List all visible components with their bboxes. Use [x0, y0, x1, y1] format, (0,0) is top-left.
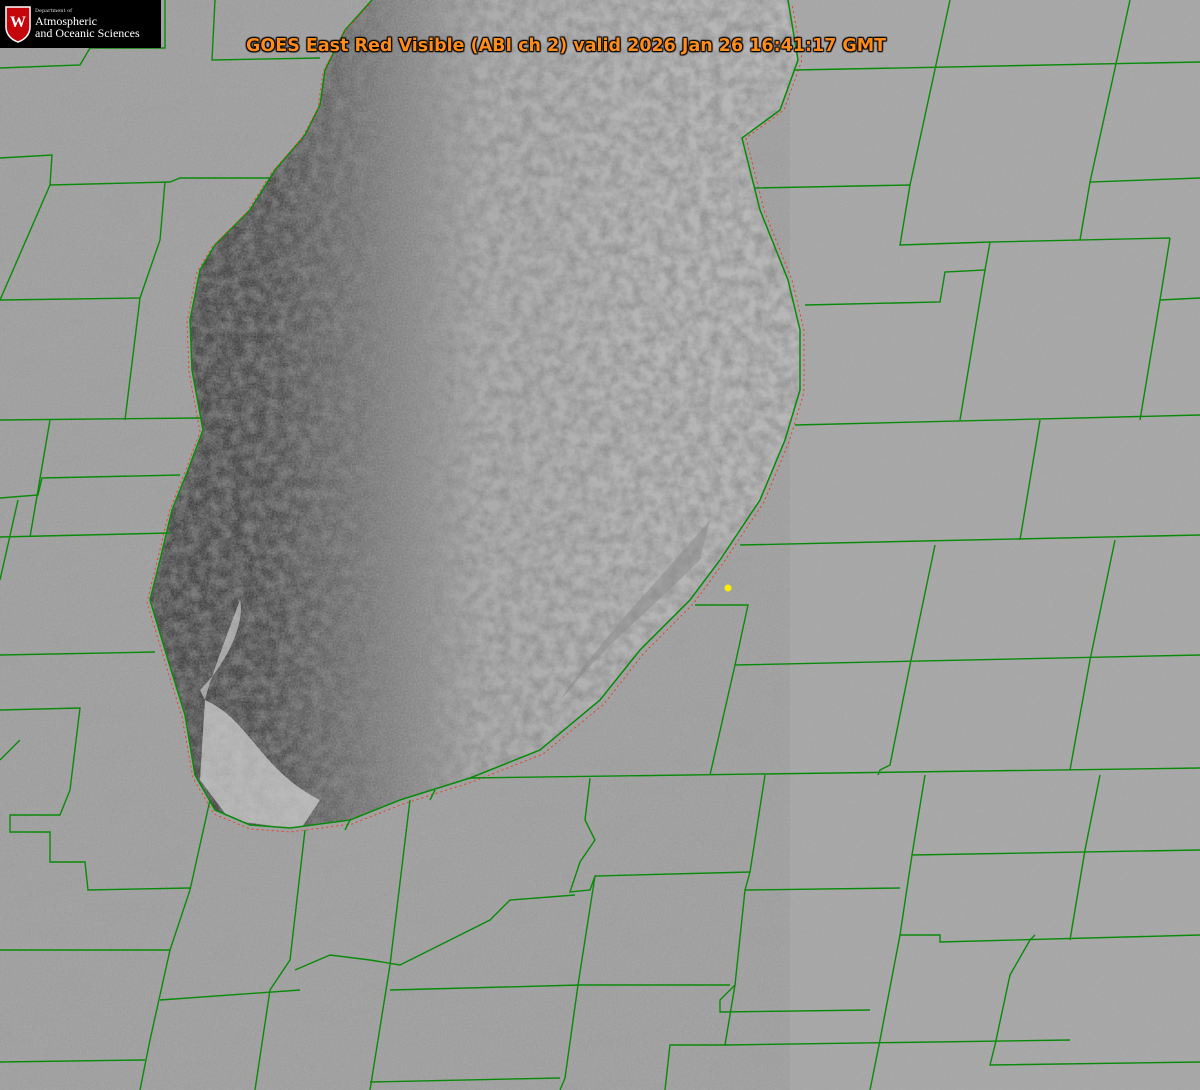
logo-line-2: and Oceanic Sciences	[35, 26, 140, 40]
uw-crest-icon: W	[5, 6, 31, 43]
uw-aos-logo: W Department of Atmospheric and Oceanic …	[0, 0, 161, 48]
image-title: GOES East Red Visible (ABI ch 2) valid 2…	[246, 36, 887, 56]
svg-text:W: W	[10, 14, 26, 31]
logo-text: Department of Atmospheric and Oceanic Sc…	[35, 9, 140, 40]
station-marker	[724, 584, 732, 592]
satellite-image	[0, 0, 1200, 1090]
